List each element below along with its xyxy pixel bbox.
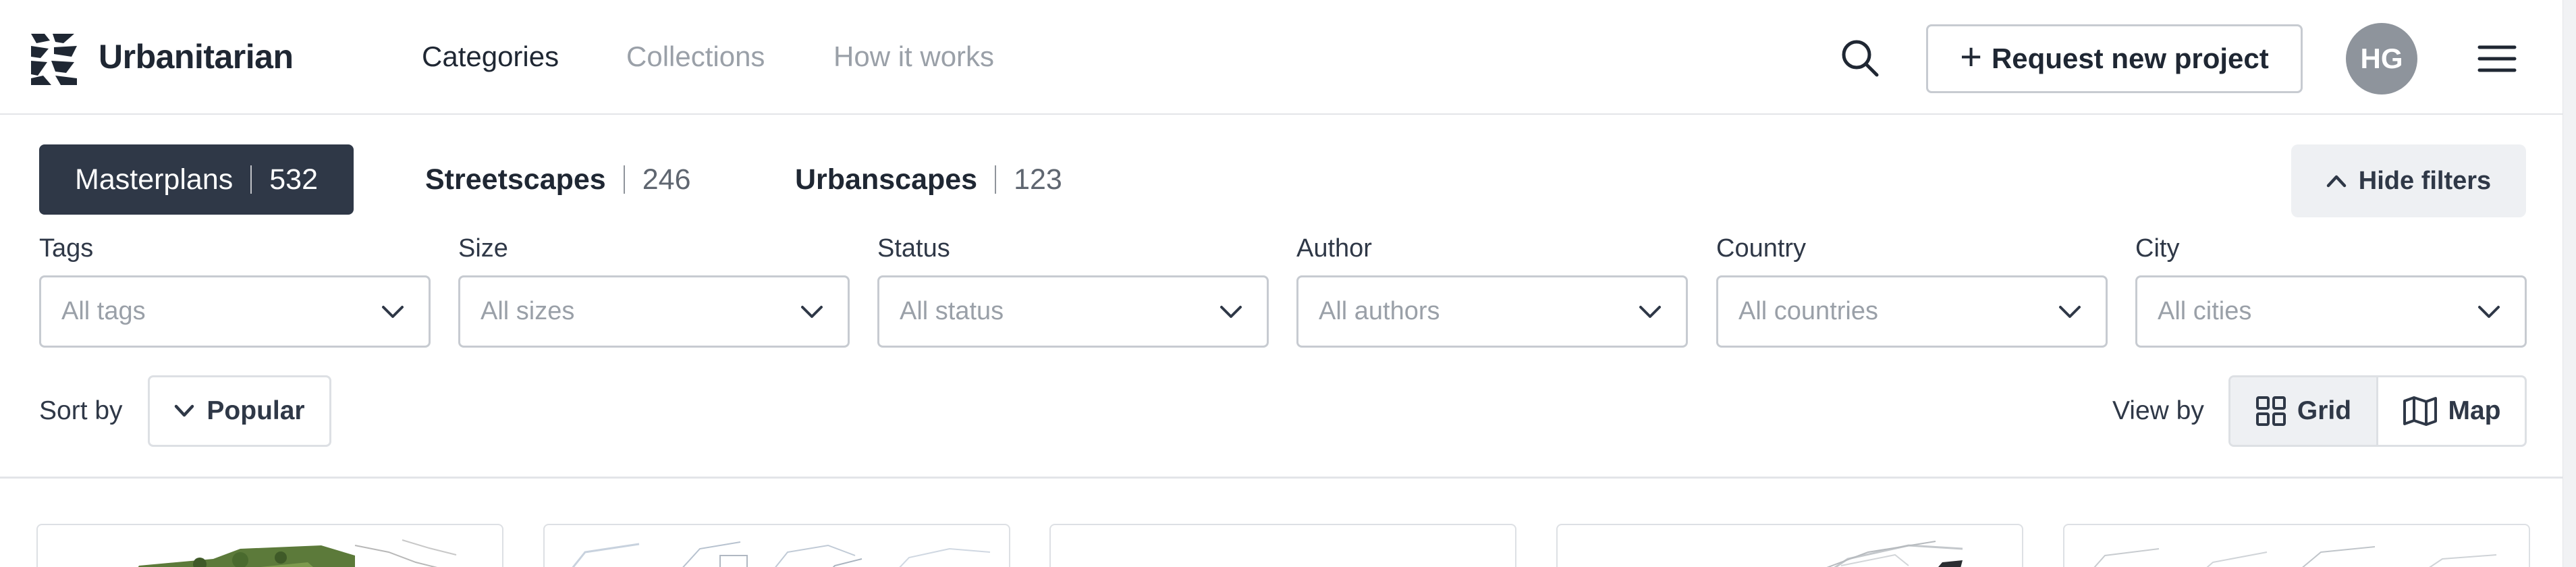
chevron-down-icon xyxy=(382,306,404,318)
tab-count: 532 xyxy=(269,163,318,196)
tab-streetscapes[interactable]: Streetscapes 246 xyxy=(425,144,690,215)
request-new-project-button[interactable]: + Request new project xyxy=(1926,24,2303,93)
size-dropdown[interactable]: All sizes xyxy=(458,275,850,348)
author-dropdown-value: All authors xyxy=(1319,297,1440,325)
chevron-down-icon xyxy=(2478,306,2500,318)
tab-label: Streetscapes xyxy=(425,163,606,196)
grid-icon xyxy=(2255,396,2286,426)
chevron-down-icon xyxy=(175,404,194,417)
view-by-label: View by xyxy=(2112,396,2204,425)
brand-logo-icon[interactable] xyxy=(31,34,77,85)
city-dropdown-value: All cities xyxy=(2158,297,2252,325)
project-thumbnail xyxy=(2093,546,2497,567)
filter-label-country: Country xyxy=(1716,234,1807,263)
sort-dropdown[interactable]: Popular xyxy=(148,375,331,447)
project-card[interactable] xyxy=(36,524,503,567)
chevron-down-icon xyxy=(2059,306,2081,318)
tab-divider xyxy=(623,165,625,194)
view-grid-label: Grid xyxy=(2297,396,2352,425)
tab-urbanscapes[interactable]: Urbanscapes 123 xyxy=(795,144,1062,215)
chevron-up-icon xyxy=(2326,175,2347,188)
project-card[interactable] xyxy=(543,524,1010,567)
section-divider xyxy=(0,477,2576,479)
tab-masterplans[interactable]: Masterplans 532 xyxy=(39,144,354,215)
hide-filters-button[interactable]: Hide filters xyxy=(2291,144,2526,217)
tab-count: 246 xyxy=(642,163,691,196)
filter-label-author: Author xyxy=(1296,234,1372,263)
status-dropdown[interactable]: All status xyxy=(877,275,1269,348)
chevron-down-icon xyxy=(1220,306,1242,318)
map-icon xyxy=(2403,396,2437,426)
page-scrollbar[interactable] xyxy=(2563,0,2576,567)
tags-dropdown[interactable]: All tags xyxy=(39,275,431,348)
country-dropdown-value: All countries xyxy=(1738,297,1878,325)
project-card[interactable] xyxy=(1556,524,2023,567)
project-card[interactable] xyxy=(2063,524,2530,567)
brand-name[interactable]: Urbanitarian xyxy=(99,37,294,76)
sort-by-label: Sort by xyxy=(39,396,123,425)
hide-filters-label: Hide filters xyxy=(2358,166,2492,195)
plus-icon: + xyxy=(1960,35,1982,78)
project-thumbnail xyxy=(138,539,457,567)
tags-dropdown-value: All tags xyxy=(61,297,146,325)
tab-label: Urbanscapes xyxy=(795,163,978,196)
author-dropdown[interactable]: All authors xyxy=(1296,275,1688,348)
nav-categories[interactable]: Categories xyxy=(422,40,559,73)
project-thumbnail xyxy=(572,541,991,567)
search-icon[interactable] xyxy=(1839,37,1881,79)
tab-label: Masterplans xyxy=(75,163,234,196)
tab-divider xyxy=(250,165,252,194)
project-thumbnail xyxy=(1826,541,1963,567)
nav-collections[interactable]: Collections xyxy=(626,40,765,73)
filter-label-city: City xyxy=(2135,234,2180,263)
chevron-down-icon xyxy=(1639,306,1661,318)
city-dropdown[interactable]: All cities xyxy=(2135,275,2527,348)
filter-label-tags: Tags xyxy=(39,234,94,263)
avatar[interactable]: HG xyxy=(2346,23,2417,94)
view-grid-button[interactable]: Grid xyxy=(2230,377,2378,445)
nav-how-it-works[interactable]: How it works xyxy=(833,40,994,73)
filter-label-status: Status xyxy=(877,234,950,263)
view-map-label: Map xyxy=(2448,396,2501,425)
status-dropdown-value: All status xyxy=(900,297,1004,325)
chevron-down-icon xyxy=(801,306,823,318)
filter-label-size: Size xyxy=(458,234,508,263)
request-button-label: Request new project xyxy=(1991,43,2269,74)
view-map-button[interactable]: Map xyxy=(2378,377,2525,445)
tab-count: 123 xyxy=(1014,163,1062,196)
top-header: Urbanitarian Categories Collections How … xyxy=(0,0,2576,115)
tab-divider xyxy=(995,165,997,194)
project-card[interactable] xyxy=(1049,524,1516,567)
view-toggle: Grid Map xyxy=(2228,375,2527,447)
hamburger-menu-icon[interactable] xyxy=(2477,42,2517,76)
sort-dropdown-value: Popular xyxy=(207,396,305,425)
size-dropdown-value: All sizes xyxy=(481,297,575,325)
country-dropdown[interactable]: All countries xyxy=(1716,275,2108,348)
